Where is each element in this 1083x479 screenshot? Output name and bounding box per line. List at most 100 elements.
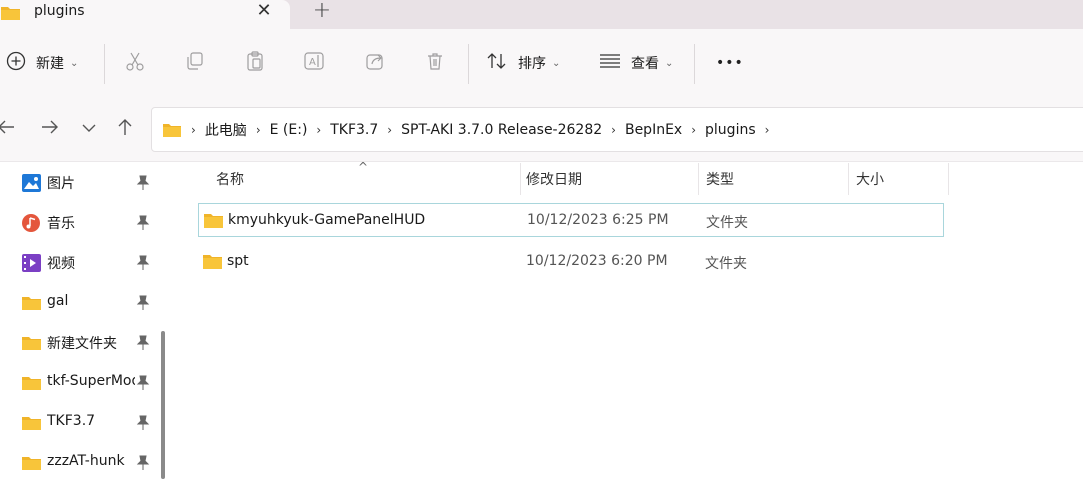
delete-button[interactable] (424, 29, 446, 97)
sort-icon (486, 51, 508, 75)
pin-icon[interactable] (136, 215, 150, 231)
file-type: 文件夹 (705, 256, 747, 272)
column-divider[interactable] (948, 163, 949, 195)
sidebar-scrollbar[interactable] (161, 331, 165, 479)
column-header-name[interactable]: 名称 (216, 163, 244, 195)
paste-button[interactable] (244, 29, 266, 97)
sidebar-item-tkf37[interactable]: TKF3.7 (0, 403, 160, 443)
view-label: 查看 (631, 56, 659, 72)
new-button[interactable]: 新建 ⌄ (6, 29, 78, 97)
sidebar-item-label: 新建文件夹 (47, 336, 117, 352)
new-tab-button[interactable]: + (310, 0, 334, 24)
pictures-icon (22, 174, 41, 192)
folder-icon (22, 334, 41, 352)
breadcrumb-spt-aki[interactable]: SPT-AKI 3.7.0 Release-26282 (401, 122, 602, 138)
rename-button[interactable]: A (303, 29, 327, 97)
toolbar-divider (694, 44, 695, 84)
toolbar-divider (104, 44, 105, 84)
chevron-right-icon: › (387, 122, 393, 137)
share-button[interactable] (364, 29, 386, 97)
breadcrumb-tkf[interactable]: TKF3.7 (330, 122, 378, 138)
up-button[interactable] (113, 117, 137, 141)
chevron-right-icon: › (764, 122, 770, 137)
file-name: spt (227, 253, 249, 269)
forward-button[interactable] (38, 117, 62, 141)
column-divider[interactable] (520, 163, 521, 195)
close-icon[interactable]: ✕ (254, 2, 274, 22)
view-button[interactable]: 查看 ⌄ (599, 29, 673, 97)
file-list: ^ 名称 修改日期 类型 大小 kmyuhkyuk-GamePanelHUD 1… (172, 160, 1083, 479)
navigation-pane: 图片 音乐 视频 gal 新建文件夹 tkf-SuperMod TKF3.7 z… (0, 163, 172, 479)
file-type: 文件夹 (706, 215, 748, 231)
chevron-right-icon: › (191, 122, 196, 137)
arrow-right-icon (41, 119, 59, 139)
back-button[interactable] (0, 117, 18, 141)
column-header-modified[interactable]: 修改日期 (526, 163, 582, 195)
folder-icon (22, 294, 41, 312)
sidebar-item-tkf-supermod[interactable]: tkf-SuperMod (0, 363, 160, 403)
cut-button[interactable] (124, 29, 146, 97)
command-bar: 新建 ⌄ A 排序 ⌄ 查看 ⌄ ••• (0, 29, 1083, 97)
trash-icon (424, 50, 446, 76)
tab-title: plugins (34, 3, 85, 19)
new-label: 新建 (36, 56, 64, 72)
sort-ascending-icon: ^ (358, 160, 369, 174)
column-divider[interactable] (698, 163, 699, 195)
sort-label: 排序 (518, 56, 546, 72)
pin-icon[interactable] (136, 175, 150, 191)
address-bar[interactable]: › 此电脑 › E (E:) › TKF3.7 › SPT-AKI 3.7.0 … (151, 107, 1083, 152)
clipboard-icon (244, 50, 266, 76)
folder-icon (204, 213, 223, 233)
chevron-right-icon: › (255, 122, 261, 137)
breadcrumb-bepinex[interactable]: BepInEx (625, 122, 682, 138)
sidebar-item-music[interactable]: 音乐 (0, 203, 160, 243)
scissors-icon (124, 50, 146, 76)
plus-circle-icon (6, 51, 26, 75)
sidebar-item-label: 图片 (47, 176, 75, 192)
videos-icon (22, 254, 41, 272)
column-divider[interactable] (848, 163, 849, 195)
sidebar-item-label: 视频 (47, 256, 75, 272)
column-header-type[interactable]: 类型 (706, 163, 734, 195)
breadcrumb-drive-e[interactable]: E (E:) (270, 122, 308, 138)
sidebar-item-gal[interactable]: gal (0, 283, 160, 323)
chevron-right-icon: › (316, 122, 322, 137)
sidebar-item-label: TKF3.7 (47, 413, 96, 429)
table-row[interactable]: spt 10/12/2023 6:20 PM 文件夹 (198, 245, 944, 279)
pin-icon[interactable] (136, 255, 150, 271)
sidebar-item-pictures[interactable]: 图片 (0, 163, 160, 203)
pin-icon[interactable] (136, 455, 150, 471)
chevron-down-icon: ⌄ (665, 57, 674, 69)
view-list-icon (599, 53, 621, 73)
recent-locations-button[interactable] (77, 117, 101, 141)
pin-icon[interactable] (136, 335, 150, 351)
table-row[interactable]: kmyuhkyuk-GamePanelHUD 10/12/2023 6:25 P… (198, 203, 944, 237)
file-name: kmyuhkyuk-GamePanelHUD (228, 212, 426, 228)
breadcrumb-this-pc[interactable]: 此电脑 (205, 120, 247, 140)
file-modified: 10/12/2023 6:20 PM (526, 253, 668, 269)
column-header-size[interactable]: 大小 (856, 163, 884, 195)
pin-icon[interactable] (136, 375, 150, 391)
copy-button[interactable] (184, 29, 206, 97)
sidebar-item-zzzat-hunk[interactable]: zzzAT-hunk (0, 443, 160, 479)
folder-icon (22, 374, 41, 392)
sidebar-item-videos[interactable]: 视频 (0, 243, 160, 283)
sidebar-item-label: tkf-SuperMod (47, 373, 135, 389)
chevron-down-icon: ⌄ (70, 57, 79, 69)
arrow-left-icon (0, 119, 15, 139)
pin-icon[interactable] (136, 415, 150, 431)
tab-plugins[interactable]: plugins ✕ (0, 0, 290, 29)
sidebar-item-label: zzzAT-hunk (47, 453, 125, 469)
sort-button[interactable]: 排序 ⌄ (486, 29, 560, 97)
chevron-down-icon (82, 121, 96, 137)
sidebar-item-new-folder[interactable]: 新建文件夹 (0, 323, 160, 363)
pin-icon[interactable] (136, 295, 150, 311)
sidebar-item-label: 音乐 (47, 216, 75, 232)
chevron-right-icon: › (611, 122, 616, 137)
more-options-button[interactable]: ••• (716, 29, 744, 97)
folder-icon (22, 414, 41, 432)
music-icon (22, 214, 41, 232)
breadcrumb-plugins[interactable]: plugins (705, 122, 756, 138)
share-icon (364, 50, 386, 76)
folder-icon (162, 122, 182, 138)
